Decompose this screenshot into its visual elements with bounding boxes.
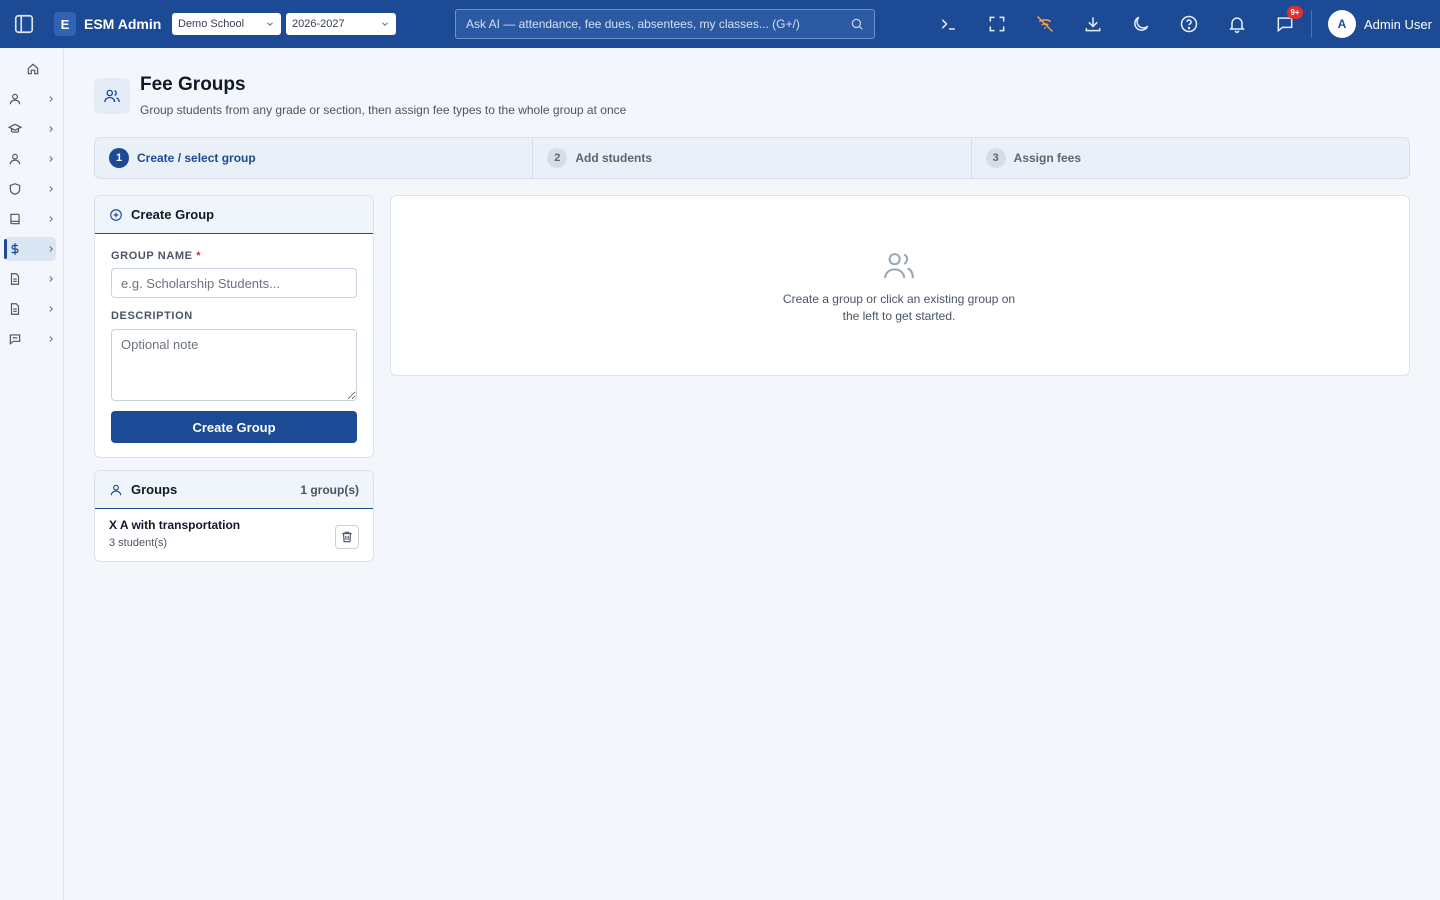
document-icon xyxy=(8,272,22,286)
sidebar xyxy=(0,48,64,900)
fullscreen-icon[interactable] xyxy=(987,14,1007,34)
groups-header: Groups 1 group(s) xyxy=(95,471,373,509)
chevron-down-icon xyxy=(380,19,390,29)
top-bar: E ESM Admin Demo School 2026-2027 9+ A A… xyxy=(0,0,1440,48)
group-name-label-text: GROUP NAME xyxy=(111,250,193,262)
chevron-right-icon xyxy=(46,124,56,134)
sidebar-item-users[interactable] xyxy=(4,87,56,111)
sidebar-toggle-icon[interactable] xyxy=(13,13,35,35)
group-student-count: 3 student(s) xyxy=(109,537,168,549)
message-icon xyxy=(8,332,22,346)
shield-icon xyxy=(8,182,22,196)
users-icon xyxy=(94,78,130,114)
bell-icon[interactable] xyxy=(1227,14,1247,34)
list-item[interactable]: X A with transportation 3 student(s) xyxy=(95,510,373,561)
book-icon xyxy=(8,212,22,226)
wifi-off-icon[interactable] xyxy=(1035,14,1055,34)
user-name[interactable]: Admin User xyxy=(1364,17,1432,32)
user-icon xyxy=(109,483,123,497)
step-assign-fees[interactable]: 3 Assign fees xyxy=(972,138,1409,178)
school-select-value: Demo School xyxy=(178,18,245,30)
trash-icon xyxy=(340,530,354,544)
groups-count: 1 group(s) xyxy=(300,482,359,497)
step-create-select-group[interactable]: 1 Create / select group xyxy=(95,138,534,178)
step-label: Create / select group xyxy=(137,151,256,165)
ai-search-input[interactable] xyxy=(466,17,850,31)
group-detail-panel: Create a group or click an existing grou… xyxy=(390,195,1410,376)
sidebar-item-security[interactable] xyxy=(4,177,56,201)
dollar-icon xyxy=(8,242,22,256)
chevron-right-icon xyxy=(46,334,56,344)
document-icon xyxy=(8,302,22,316)
notification-badge: 9+ xyxy=(1287,6,1303,19)
step-number: 1 xyxy=(109,148,129,168)
help-icon[interactable] xyxy=(1179,14,1199,34)
year-select[interactable]: 2026-2027 xyxy=(286,13,396,35)
step-number: 2 xyxy=(547,148,568,168)
step-add-students[interactable]: 2 Add students xyxy=(533,138,972,178)
chevron-right-icon xyxy=(46,94,56,104)
group-name: X A with transportation xyxy=(109,518,241,532)
sidebar-item-fees[interactable] xyxy=(4,237,56,261)
avatar[interactable]: A xyxy=(1328,10,1356,38)
step-label: Add students xyxy=(575,151,652,165)
terminal-icon[interactable] xyxy=(939,14,959,34)
description-textarea[interactable] xyxy=(111,329,357,401)
brand[interactable]: E ESM Admin xyxy=(54,12,161,36)
required-marker: * xyxy=(196,250,202,262)
empty-state-line-1: Create a group or click an existing grou… xyxy=(782,292,1016,306)
sidebar-item-academics[interactable] xyxy=(4,117,56,141)
topbar-divider xyxy=(1311,10,1312,38)
home-icon xyxy=(26,62,40,76)
year-select-value: 2026-2027 xyxy=(292,18,345,30)
brand-name: ESM Admin xyxy=(84,16,162,32)
users-icon xyxy=(881,249,917,281)
chevron-right-icon xyxy=(46,184,56,194)
sidebar-item-library[interactable] xyxy=(4,207,56,231)
chevron-right-icon xyxy=(46,214,56,224)
delete-group-button[interactable] xyxy=(335,525,359,549)
sidebar-item-reports[interactable] xyxy=(4,267,56,291)
user-icon xyxy=(8,92,22,106)
step-number: 3 xyxy=(985,148,1006,168)
chevron-right-icon xyxy=(46,154,56,164)
brand-logo: E xyxy=(54,12,76,36)
plus-circle-icon xyxy=(109,208,123,222)
page-subtitle: Group students from any grade or section… xyxy=(140,103,627,117)
description-label: DESCRIPTION xyxy=(111,310,193,322)
groups-title: Groups xyxy=(131,482,178,497)
step-label: Assign fees xyxy=(1013,151,1082,165)
user-icon xyxy=(8,152,22,166)
create-group-panel: Create Group GROUP NAME * DESCRIPTION Cr… xyxy=(94,195,374,458)
chevron-right-icon xyxy=(46,304,56,314)
moon-icon[interactable] xyxy=(1131,14,1151,34)
chevron-right-icon xyxy=(46,244,56,254)
download-icon[interactable] xyxy=(1083,14,1103,34)
search-icon[interactable] xyxy=(850,17,864,31)
empty-state-text: Create a group or click an existing grou… xyxy=(771,291,1027,325)
create-group-header: Create Group xyxy=(95,196,373,234)
create-group-title: Create Group xyxy=(131,207,215,222)
empty-state-line-2: the left to get started. xyxy=(842,309,956,323)
sidebar-item-documents[interactable] xyxy=(4,297,56,321)
page-title: Fee Groups xyxy=(140,74,246,95)
sidebar-item-staff[interactable] xyxy=(4,147,56,171)
chevron-right-icon xyxy=(46,274,56,284)
groups-panel: Groups 1 group(s) X A with transportatio… xyxy=(94,470,374,562)
school-select[interactable]: Demo School xyxy=(172,13,281,35)
ai-search-bar[interactable] xyxy=(455,9,875,39)
sidebar-item-messages[interactable] xyxy=(4,327,56,351)
stepper: 1 Create / select group 2 Add students 3… xyxy=(94,137,1410,179)
create-group-button[interactable]: Create Group xyxy=(111,411,357,443)
graduation-cap-icon xyxy=(8,122,22,136)
group-name-input[interactable] xyxy=(111,268,357,298)
chevron-down-icon xyxy=(265,19,275,29)
sidebar-item-home[interactable] xyxy=(4,57,56,81)
group-name-label: GROUP NAME * xyxy=(111,250,201,262)
